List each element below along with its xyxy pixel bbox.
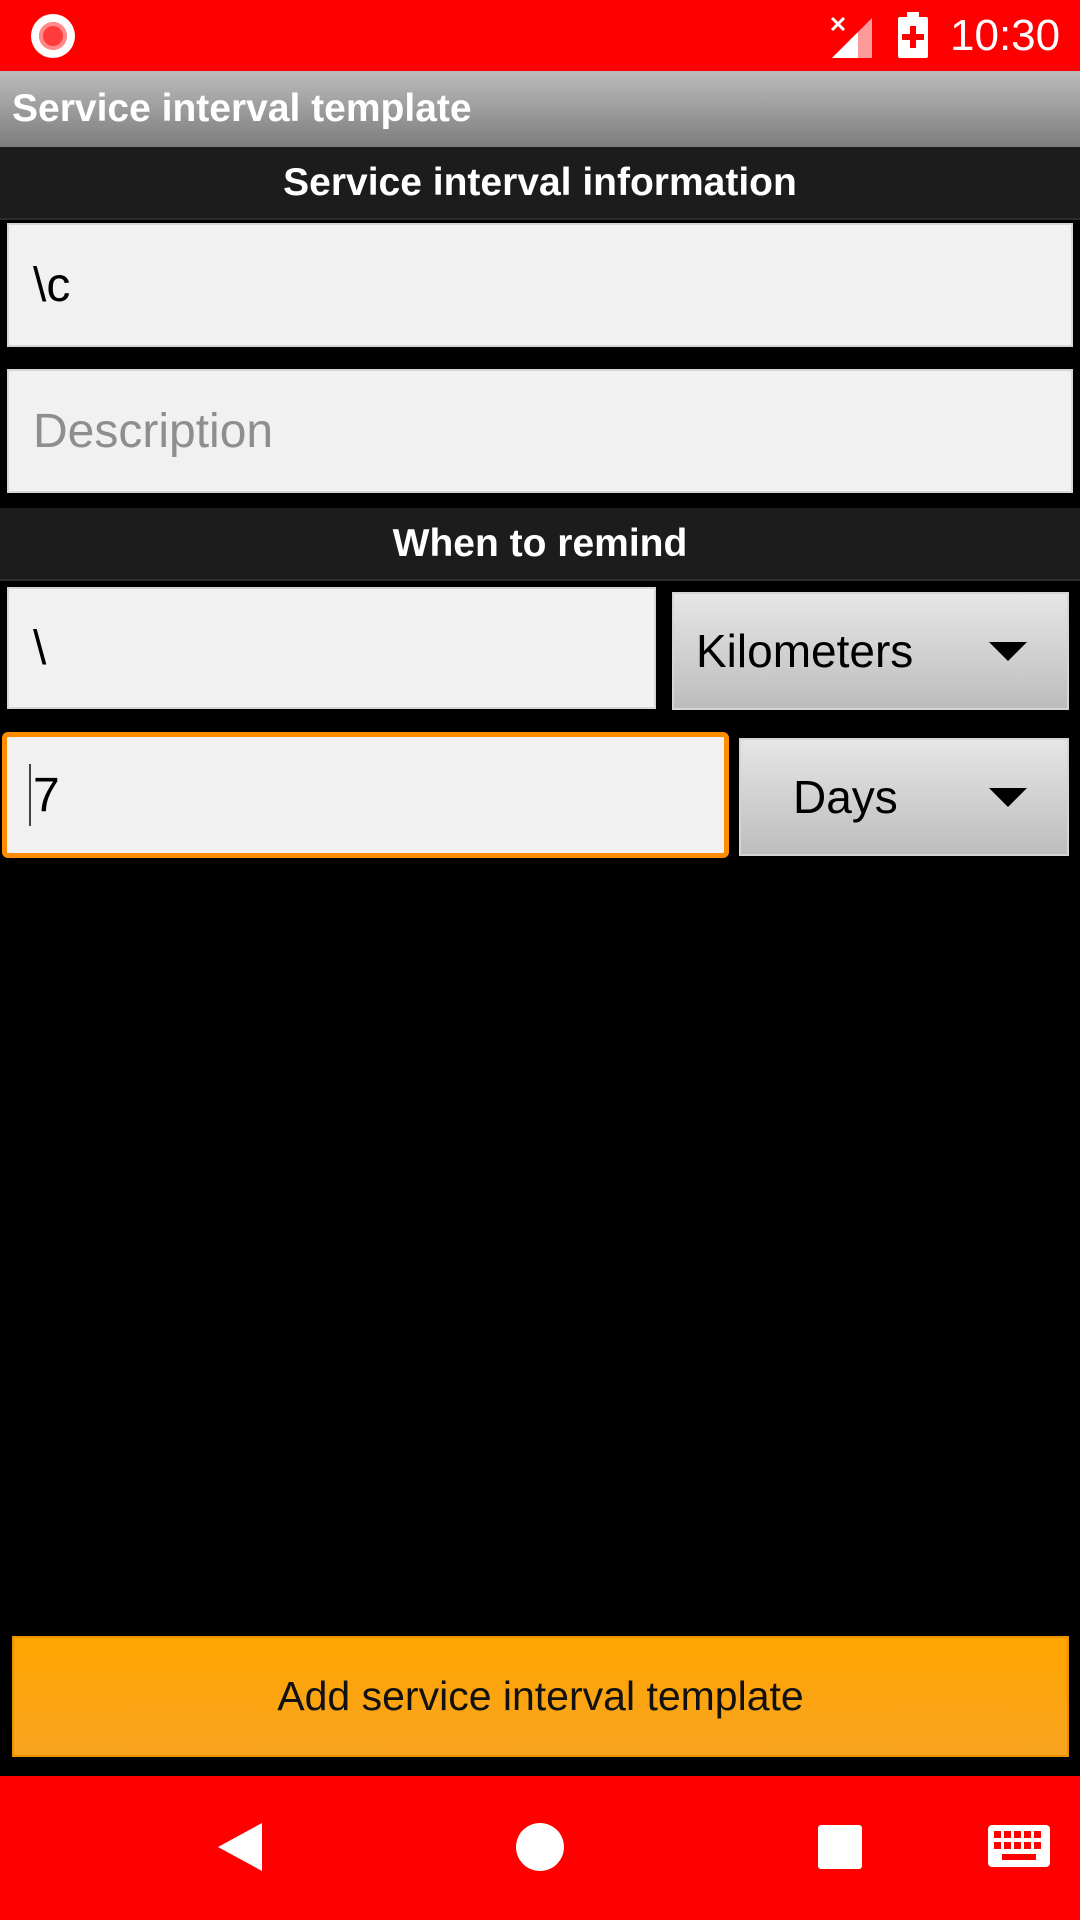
record-icon	[31, 14, 75, 58]
back-icon[interactable]	[218, 1823, 262, 1871]
section-header-remind: When to remind	[0, 508, 1080, 581]
time-interval-value: 7	[33, 768, 60, 822]
distance-interval-input[interactable]: \	[7, 587, 656, 709]
description-input[interactable]: Description	[7, 369, 1073, 493]
home-icon[interactable]	[516, 1823, 564, 1871]
distance-unit-dropdown[interactable]: Kilometers	[672, 592, 1069, 710]
distance-unit-label: Kilometers	[696, 625, 914, 677]
section-header-info: Service interval information	[0, 147, 1080, 220]
recent-apps-icon[interactable]	[818, 1825, 862, 1869]
navigation-bar	[0, 1776, 1080, 1920]
screen: 10:30 Service interval template Service …	[0, 0, 1080, 1920]
chevron-down-icon	[989, 788, 1027, 807]
chevron-down-icon	[989, 642, 1027, 661]
clock: 10:30	[950, 11, 1061, 60]
keyboard-icon[interactable]	[988, 1825, 1050, 1867]
time-interval-input[interactable]: 7	[2, 732, 729, 858]
status-bar: 10:30	[0, 0, 1080, 71]
text-cursor	[29, 764, 31, 826]
time-unit-label: Days	[793, 771, 898, 823]
signal-off-icon	[830, 16, 872, 58]
add-template-button[interactable]: Add service interval template	[12, 1636, 1069, 1757]
app-bar: Service interval template	[0, 71, 1080, 147]
battery-charging-icon	[898, 12, 928, 58]
time-unit-dropdown[interactable]: Days	[739, 738, 1069, 856]
page-title: Service interval template	[12, 87, 472, 130]
name-input[interactable]: \c	[7, 223, 1073, 347]
